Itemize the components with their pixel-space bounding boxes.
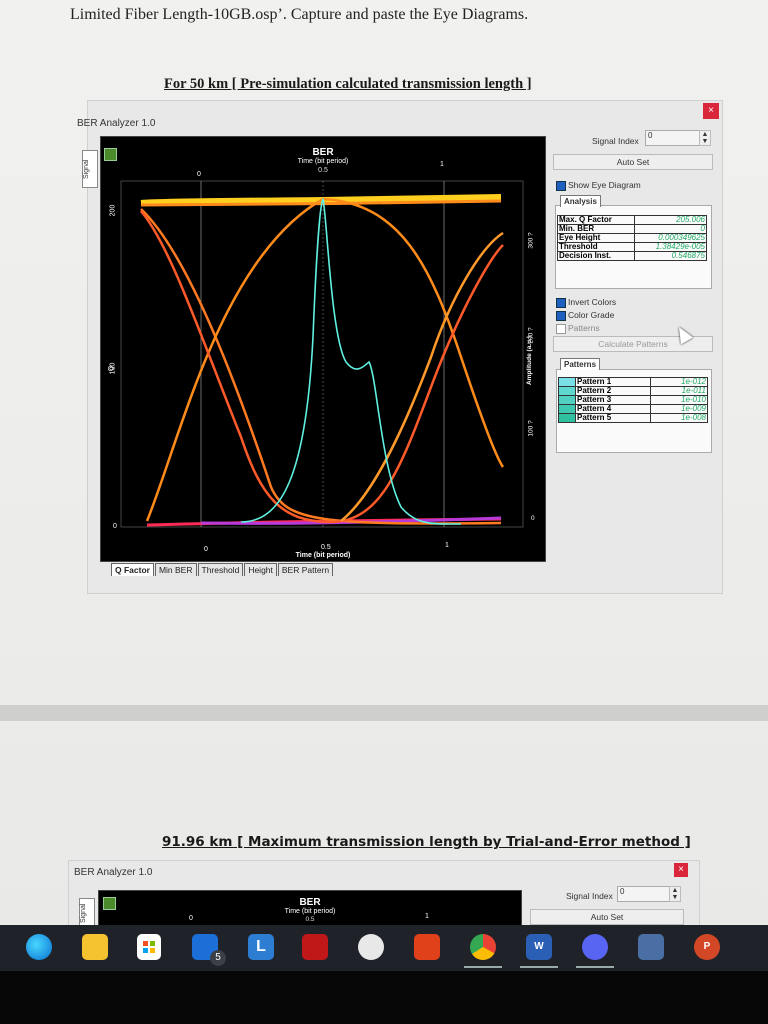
analyzer-2-title: BER Analyzer 1.0 (74, 867, 153, 878)
x-axis-label: Time (bit period) (295, 552, 351, 559)
signal-index-2-spinner[interactable]: ▲ ▼ (669, 886, 681, 902)
auto-set-button[interactable]: Auto Set (553, 154, 713, 170)
close-button-2[interactable]: × (674, 863, 688, 877)
color-grade-checkbox[interactable]: Color Grade (556, 310, 614, 321)
tab-threshold[interactable]: Threshold (197, 563, 244, 576)
tab-min-ber[interactable]: Min BER (154, 563, 197, 576)
left-tick-0: 0 (113, 523, 117, 530)
word-icon[interactable]: W (526, 934, 552, 960)
word-active-indicator (520, 966, 558, 968)
invert-colors-label: Invert Colors (568, 297, 617, 307)
ber-plot: BER Time (bit period) 0.5 0 1 0 0.5 1 Ti… (100, 136, 546, 562)
widget-icon[interactable] (638, 934, 664, 960)
signal-index-input[interactable]: 0 (645, 130, 701, 146)
analysis-row: Decision Inst. 0.546875 (557, 251, 708, 261)
bottom-x-tick-1: 1 (445, 542, 449, 549)
signal-side-tab[interactable]: Signal (82, 150, 98, 188)
checkbox-checked-icon (556, 180, 566, 191)
mcafee-icon[interactable] (302, 934, 328, 960)
l-app-icon[interactable]: L (248, 934, 274, 960)
eye-rise-right (340, 231, 504, 522)
checkbox-unchecked-icon (556, 323, 566, 334)
right-tick-300: 300 ? (527, 232, 535, 249)
mail-badge: 5 (210, 950, 226, 966)
signal-side-tab-2[interactable]: Signal (79, 898, 95, 925)
checkbox-checked-icon (556, 310, 566, 321)
page-divider (0, 705, 768, 721)
tab-height[interactable]: Height (244, 563, 277, 576)
checkbox-checked-icon (556, 297, 566, 308)
analysis-value: 205.006 (633, 215, 708, 225)
signal-index-label: Signal Index (592, 136, 639, 146)
left-tick-200: 200 (109, 204, 117, 217)
discord-icon[interactable] (582, 934, 608, 960)
analysis-value: 0.546875 (633, 251, 708, 261)
top-x-tick-0: 0 (197, 171, 201, 178)
signal-index-spinner[interactable]: ▲ ▼ (699, 130, 711, 146)
store-grid-icon (143, 941, 155, 953)
show-eye-label: Show Eye Diagram (568, 180, 641, 190)
file-explorer-icon[interactable] (82, 934, 108, 960)
eye-rise-center (145, 197, 505, 522)
analysis-label: Decision Inst. (557, 251, 635, 261)
analysis-table: Max. Q Factor 205.006 Min. BER 0 Eye Heigh… (557, 215, 708, 261)
color-grade-label: Color Grade (568, 310, 615, 320)
plot-2-top-tick: 0.5 (305, 916, 315, 923)
signal-index-2-input[interactable]: 0 (617, 886, 671, 902)
ber-plot-2: BER Time (bit period) 0.5 0 1 (98, 890, 522, 925)
patterns-checkbox[interactable]: Patterns (556, 323, 600, 334)
patterns-tab[interactable]: Patterns (560, 358, 601, 370)
pattern-value: 1e-008 (650, 413, 708, 423)
plot-2-title: BER (299, 897, 321, 908)
pattern-color-swatch (558, 395, 576, 405)
office-icon[interactable] (414, 934, 440, 960)
bottom-x-tick-center: 0.5 (321, 544, 331, 551)
left-tick-100: 100 (109, 362, 117, 375)
eye-diagram-svg (120, 180, 524, 528)
heading-50km: For 50 km [ Pre-simulation calculated tr… (164, 76, 532, 92)
instruction-text: Limited Fiber Length-10GB.osp’. Capture … (70, 6, 529, 23)
edge-icon[interactable] (26, 934, 52, 960)
eye-cross-curve (140, 210, 504, 524)
chrome-active-indicator (464, 966, 502, 968)
pattern-color-swatch (558, 377, 576, 387)
plot-2-x-tick-0: 0 (189, 915, 193, 922)
patterns-checkbox-label: Patterns (568, 323, 600, 333)
xbox-icon[interactable] (358, 934, 384, 960)
patterns-table: Pattern 1 1e-012 Pattern 2 1e-011 Pattern … (558, 377, 708, 423)
pattern-row: Pattern 5 1e-008 (558, 413, 708, 423)
eye-fall-left (140, 208, 502, 525)
powerpoint-icon[interactable]: P (694, 934, 720, 960)
top-x-tick-1: 1 (440, 161, 444, 168)
discord-active-indicator (576, 966, 614, 968)
pattern-color-swatch (558, 386, 576, 396)
plot-2-subtitle: Time (bit period) (284, 908, 336, 915)
signal-index-2-label: Signal Index (566, 891, 613, 901)
right-tick-0: 0 (531, 515, 535, 522)
bottom-bezel (0, 971, 768, 1024)
chrome-icon[interactable] (470, 934, 496, 960)
analysis-tab[interactable]: Analysis (560, 195, 601, 207)
pattern-label: Pattern 5 (574, 413, 652, 423)
show-eye-checkbox[interactable]: Show Eye Diagram (556, 180, 641, 191)
pattern-color-swatch (558, 404, 576, 414)
heading-91km: 91.96 km [ Maximum transmission length b… (162, 834, 691, 850)
plot-2-x-tick-1: 1 (425, 913, 429, 920)
invert-colors-checkbox[interactable]: Invert Colors (556, 297, 616, 308)
tab-q-factor[interactable]: Q Factor (111, 563, 154, 576)
analyzer-title: BER Analyzer 1.0 (77, 118, 156, 129)
analysis-tabs: Q Factor Min BER Threshold Height BER Patter… (111, 563, 334, 576)
close-button[interactable]: × (703, 103, 719, 119)
right-tick-100: 100 ? (527, 420, 535, 437)
document-page: Limited Fiber Length-10GB.osp’. Capture … (0, 0, 768, 925)
tab-ber-pattern[interactable]: BER Pattern (277, 563, 334, 576)
plot-frame (120, 180, 524, 528)
pattern-color-swatch (558, 413, 576, 423)
store-icon[interactable] (137, 934, 161, 960)
auto-set-2-button[interactable]: Auto Set (530, 909, 684, 925)
amplitude-axis-label: Amplitude (a.u.) (526, 335, 534, 386)
